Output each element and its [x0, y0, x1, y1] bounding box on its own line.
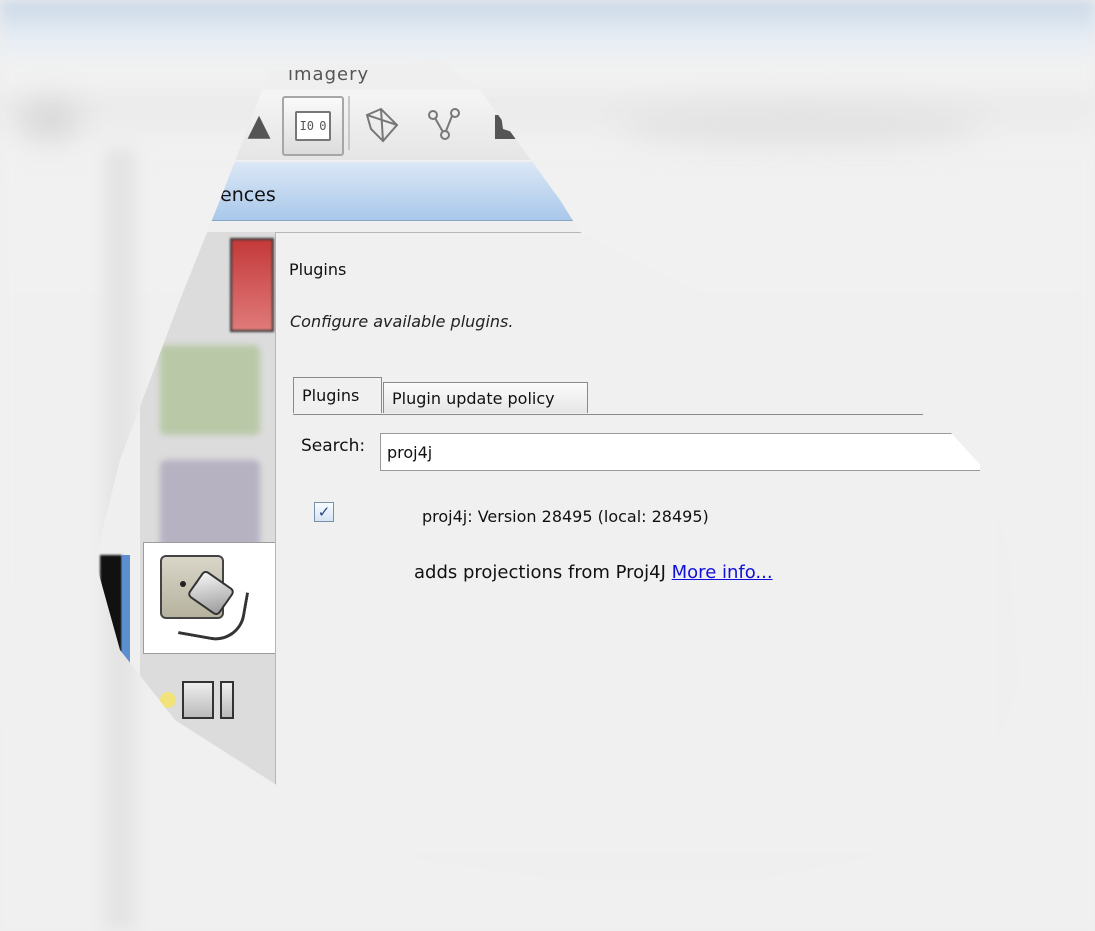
map-grid-icon[interactable] [160, 460, 260, 550]
printer-files-icon[interactable] [160, 675, 260, 725]
globe-icon[interactable] [160, 345, 260, 435]
tab-plugin-update-policy[interactable]: Plugin update policy [383, 382, 588, 413]
section-title: Plugins [289, 260, 347, 279]
toggle-glyph-right: 0 [319, 119, 327, 133]
section-description: Configure available plugins. [290, 312, 514, 331]
file-box [220, 681, 234, 719]
sidebar-item-plugins[interactable] [143, 542, 284, 654]
plugin-description: adds projections from Proj4J [414, 562, 666, 583]
printer-box [182, 681, 214, 719]
display-settings-icon[interactable] [230, 238, 274, 332]
socket-hole [180, 581, 186, 587]
preferences-toggle-button[interactable]: I0 0 [282, 96, 344, 156]
toolbar-separator [348, 96, 350, 150]
window-title: ences [220, 184, 276, 206]
tab-plugins[interactable]: Plugins [293, 377, 382, 413]
search-input[interactable] [380, 433, 980, 471]
plugin-name: proj4j: Version 28495 (local: 28495) [422, 507, 709, 526]
preferences-title-bar: ences [200, 162, 580, 221]
plugin-tabs: Plugins Plugin update policy [293, 377, 923, 415]
tree-nodes-icon[interactable] [418, 98, 472, 152]
search-label: Search: [301, 436, 366, 456]
toggle-glyph-left: I0 [299, 119, 315, 133]
preferences-toggle-icon: I0 0 [295, 111, 331, 141]
blurred-icon [20, 100, 80, 140]
plugin-description-line: adds projections from Proj4J More info..… [414, 562, 773, 583]
blurred-toolbar-icons [620, 105, 980, 145]
more-info-link[interactable]: More info... [672, 562, 773, 583]
plugin-checkbox[interactable]: ✓ [314, 502, 334, 522]
wireframe-node-icon[interactable] [356, 98, 410, 152]
